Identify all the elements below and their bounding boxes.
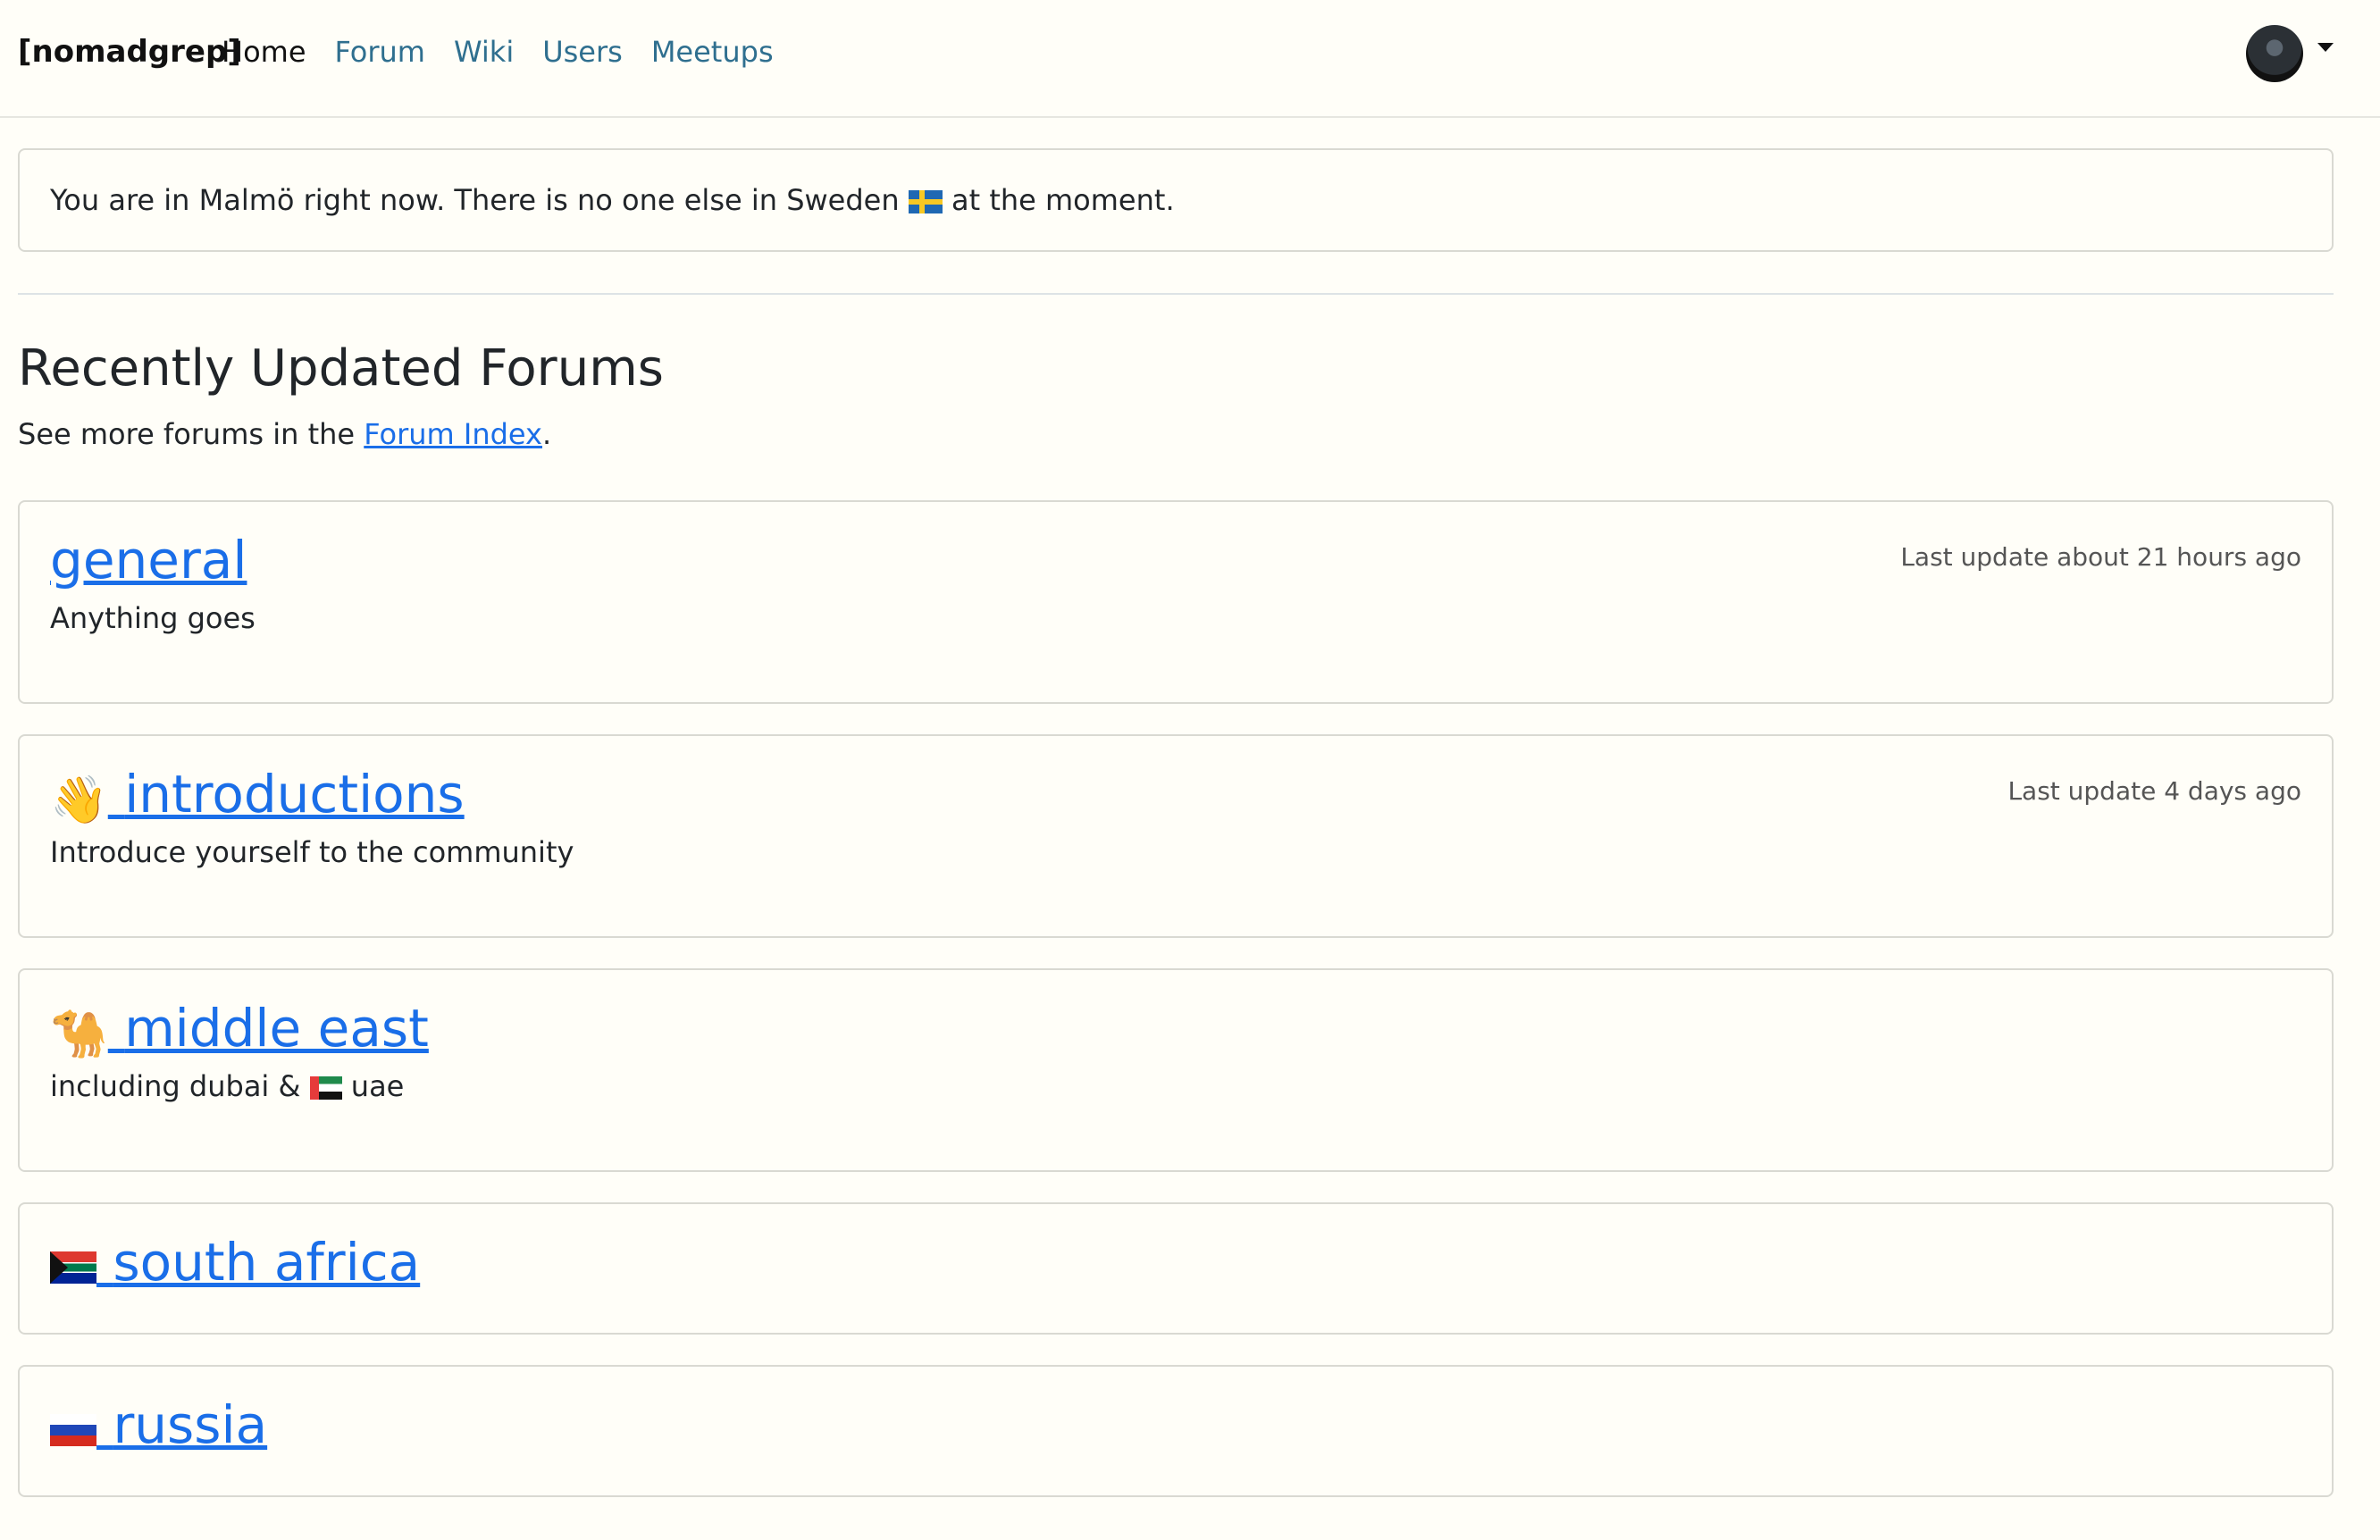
forum-title-link[interactable]: south africa: [50, 1231, 420, 1293]
camel-icon: 🐪: [50, 1008, 108, 1061]
forum-title-link[interactable]: 🐪 middle east: [50, 997, 429, 1059]
location-text-before: You are in Malmö right now. There is no …: [50, 183, 900, 217]
forum-title-link[interactable]: general: [50, 529, 247, 591]
subtitle-text-after: .: [541, 417, 552, 451]
user-menu-caret-icon[interactable]: [2317, 43, 2334, 52]
forum-description: Anything goes: [50, 601, 256, 635]
forum-title-text: south africa: [113, 1232, 421, 1293]
south-africa-flag-icon: [50, 1251, 96, 1284]
top-navbar: [nomadgrep] Home Forum Wiki Users Meetup…: [0, 0, 2380, 118]
section-subtitle: See more forums in the Forum Index.: [18, 414, 551, 454]
location-notice: You are in Malmö right now. There is no …: [18, 148, 2334, 252]
russia-flag-icon: [50, 1414, 96, 1446]
forum-last-update: Last update 4 days ago: [2007, 776, 2301, 806]
forum-title-text: general: [50, 530, 247, 590]
forum-description: including dubai & uae: [50, 1067, 404, 1106]
nav-links: Home Forum Wiki Users Meetups: [222, 32, 774, 71]
forum-title-link[interactable]: 👋 introductions: [50, 763, 465, 825]
forum-last-update: Last update about 21 hours ago: [1900, 542, 2301, 572]
forum-title-link[interactable]: russia: [50, 1394, 267, 1456]
section-divider: [18, 293, 2334, 295]
forum-description-before: including dubai &: [50, 1069, 301, 1103]
forum-card-russia: russia: [18, 1365, 2334, 1497]
nav-users-link[interactable]: Users: [542, 32, 623, 71]
forum-title-text: middle east: [124, 998, 429, 1059]
forum-description: Introduce yourself to the community: [50, 835, 574, 869]
forum-description-after: uae: [350, 1069, 405, 1103]
forum-title-text: russia: [113, 1394, 268, 1455]
forum-card-south-africa: south africa: [18, 1202, 2334, 1335]
nav-home-link[interactable]: Home: [222, 32, 306, 71]
nav-meetups-link[interactable]: Meetups: [651, 32, 774, 71]
forum-card-middle-east: 🐪 middle east including dubai & uae: [18, 968, 2334, 1172]
forum-index-link[interactable]: Forum Index: [364, 417, 542, 451]
forum-card-general: general Anything goes Last update about …: [18, 500, 2334, 704]
forum-card-introductions: 👋 introductions Introduce yourself to th…: [18, 734, 2334, 938]
user-avatar[interactable]: [2246, 25, 2303, 82]
page-title: Recently Updated Forums: [18, 339, 664, 398]
location-text-after: at the moment.: [951, 183, 1175, 217]
subtitle-text-before: See more forums in the: [18, 417, 356, 451]
forum-title-text: introductions: [124, 764, 465, 824]
nav-wiki-link[interactable]: Wiki: [454, 32, 514, 71]
sweden-flag-icon: [908, 190, 943, 213]
brand-logo[interactable]: [nomadgrep]: [18, 32, 241, 71]
uae-flag-icon: [309, 1076, 342, 1100]
nav-forum-link[interactable]: Forum: [335, 32, 425, 71]
waving-hand-icon: 👋: [50, 774, 108, 827]
